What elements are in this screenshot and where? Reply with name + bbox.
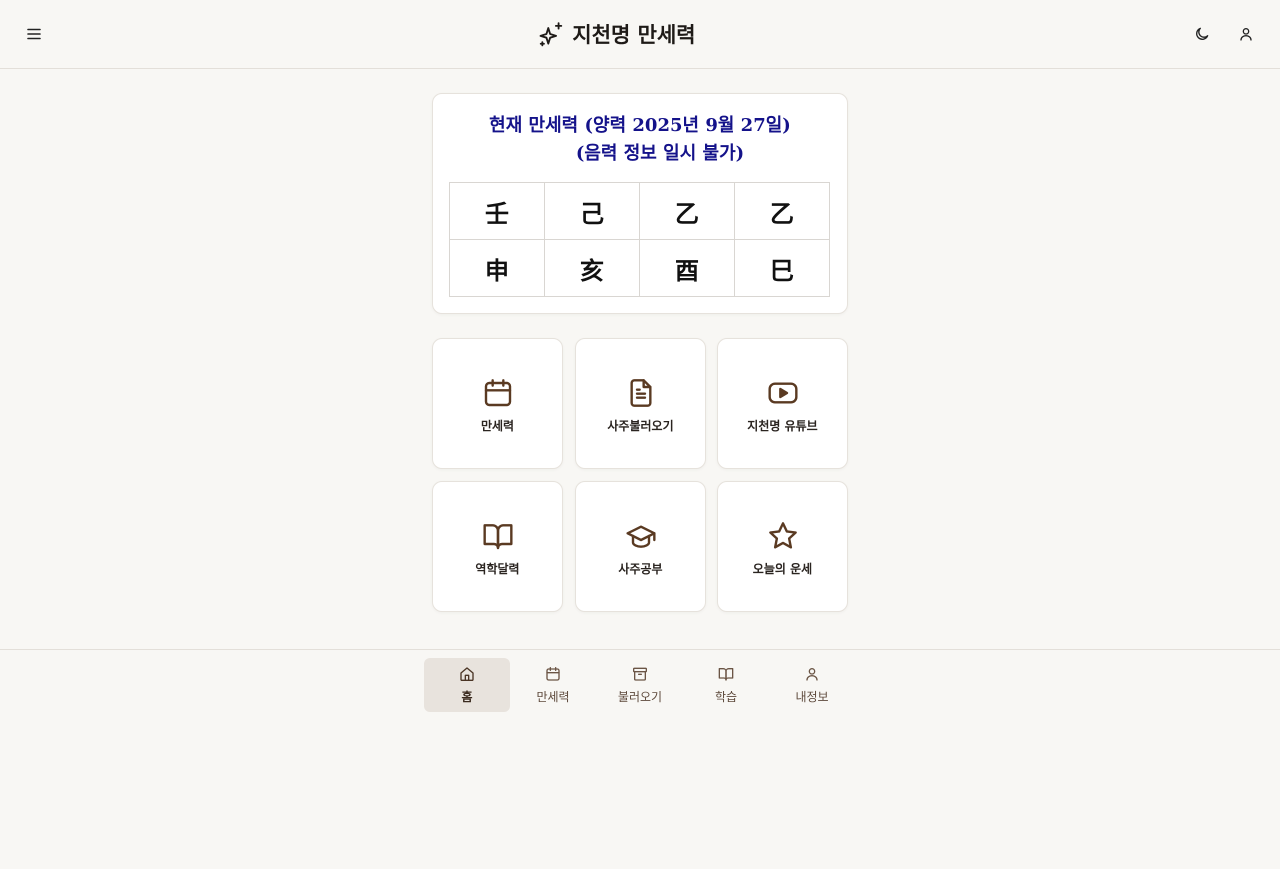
tile-youtube[interactable]: 지천명 유튜브 bbox=[717, 338, 848, 469]
nav-label: 학습 bbox=[714, 690, 738, 704]
tile-label: 만세력 bbox=[480, 419, 515, 433]
brand[interactable]: 지천명 만세력 bbox=[0, 19, 1234, 49]
branch-cell-month: 酉 bbox=[639, 239, 735, 297]
sparkles-icon bbox=[539, 22, 563, 47]
branch-cell-year: 巳 bbox=[734, 239, 830, 297]
calendar-icon bbox=[546, 667, 560, 681]
tile-label: 오늘의 운세 bbox=[752, 562, 813, 576]
pillar-table: 壬 己 乙 乙 申 亥 酉 巳 bbox=[449, 182, 830, 297]
pillar-heading: 현재 만세력 (양력 2025년 9월 27일) (음력 정보 일시 불가) bbox=[433, 112, 847, 168]
nav-label: 불러오기 bbox=[617, 690, 663, 704]
theme-toggle-button[interactable] bbox=[1186, 18, 1218, 50]
bottom-nav: 홈 만세력 불러오기 학습 내정보 bbox=[0, 649, 1280, 869]
tile-yeokhak-calendar[interactable]: 역학달력 bbox=[432, 481, 563, 612]
current-pillar-card: 현재 만세력 (양력 2025년 9월 27일) (음력 정보 일시 불가) 壬… bbox=[432, 93, 848, 314]
pillar-heading-lunar-note: (음력 정보 일시 불가) bbox=[575, 143, 745, 164]
stems-row: 壬 己 乙 乙 bbox=[449, 182, 830, 240]
tile-label: 역학달력 bbox=[475, 562, 520, 576]
nav-item-load[interactable]: 불러오기 bbox=[597, 658, 683, 712]
nav-item-manseryeok[interactable]: 만세력 bbox=[510, 658, 596, 712]
book-open-icon bbox=[718, 668, 734, 681]
tile-manseryeok[interactable]: 만세력 bbox=[432, 338, 563, 469]
graduation-cap-icon bbox=[624, 519, 658, 553]
user-icon bbox=[806, 668, 818, 681]
tile-label: 사주불러오기 bbox=[607, 419, 674, 433]
stem-cell-hour: 壬 bbox=[449, 182, 545, 240]
top-header: 지천명 만세력 bbox=[0, 0, 1280, 69]
nav-label: 내정보 bbox=[795, 690, 829, 704]
book-open-icon bbox=[481, 519, 515, 553]
branches-row: 申 亥 酉 巳 bbox=[449, 239, 830, 297]
branch-cell-day: 亥 bbox=[544, 239, 640, 297]
pillar-heading-date: 현재 만세력 (양력 2025년 9월 27일) bbox=[489, 115, 791, 136]
stem-cell-month: 乙 bbox=[639, 182, 735, 240]
app-title: 지천명 만세력 bbox=[572, 22, 696, 47]
moon-icon bbox=[1196, 27, 1209, 40]
tile-todays-fortune[interactable]: 오늘의 운세 bbox=[717, 481, 848, 612]
nav-label: 홈 bbox=[461, 690, 473, 704]
calendar-icon bbox=[481, 376, 515, 410]
youtube-icon bbox=[766, 376, 800, 410]
nav-item-study[interactable]: 학습 bbox=[683, 658, 769, 712]
stem-cell-day: 己 bbox=[544, 182, 640, 240]
tile-saju-study[interactable]: 사주공부 bbox=[575, 481, 706, 612]
archive-icon bbox=[633, 667, 647, 681]
nav-item-my-info[interactable]: 내정보 bbox=[769, 658, 855, 712]
tile-label: 지천명 유튜브 bbox=[747, 419, 818, 433]
stem-cell-year: 乙 bbox=[734, 182, 830, 240]
nav-label: 만세력 bbox=[536, 690, 570, 704]
user-icon bbox=[1240, 28, 1252, 41]
tile-label: 사주공부 bbox=[618, 562, 663, 576]
home-icon bbox=[460, 667, 474, 681]
branch-cell-hour: 申 bbox=[449, 239, 545, 297]
tile-load-saju[interactable]: 사주불러오기 bbox=[575, 338, 706, 469]
star-icon bbox=[766, 519, 800, 553]
user-button[interactable] bbox=[1230, 18, 1262, 50]
nav-item-home[interactable]: 홈 bbox=[424, 658, 510, 712]
document-icon bbox=[624, 376, 658, 410]
